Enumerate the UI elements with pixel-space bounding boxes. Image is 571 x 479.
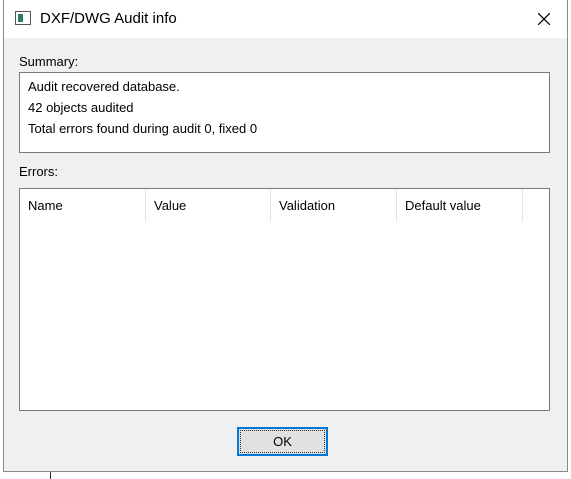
summary-text-area[interactable]: Audit recovered database. 42 objects aud… <box>19 72 550 153</box>
focus-rectangle <box>240 430 325 453</box>
column-header-label: Default value <box>405 198 481 213</box>
window-app-icon <box>15 11 31 25</box>
column-header-validation[interactable]: Validation <box>271 189 397 222</box>
audit-dialog: DXF/DWG Audit info Summary: Audit recove… <box>3 0 568 472</box>
column-header-default-value[interactable]: Default value <box>397 189 523 222</box>
errors-label: Errors: <box>19 164 58 179</box>
column-header-value[interactable]: Value <box>146 189 271 222</box>
close-button[interactable] <box>521 0 567 38</box>
summary-label: Summary: <box>19 54 79 69</box>
close-icon <box>538 13 550 25</box>
errors-list[interactable]: Name Value Validation Default value <box>19 188 550 411</box>
column-header-label: Name <box>28 198 63 213</box>
background-line <box>50 472 51 479</box>
summary-line: 42 objects audited <box>28 100 134 115</box>
errors-list-header: Name Value Validation Default value <box>20 189 549 223</box>
title-bar[interactable]: DXF/DWG Audit info <box>4 0 567 38</box>
column-header-label: Validation <box>279 198 336 213</box>
summary-line: Audit recovered database. <box>28 79 180 94</box>
ok-button[interactable]: OK <box>237 427 328 456</box>
dialog-title: DXF/DWG Audit info <box>40 10 177 27</box>
background-below-dialog <box>0 472 571 479</box>
column-header-name[interactable]: Name <box>20 189 146 222</box>
column-header-label: Value <box>154 198 187 213</box>
summary-line: Total errors found during audit 0, fixed… <box>28 121 258 136</box>
